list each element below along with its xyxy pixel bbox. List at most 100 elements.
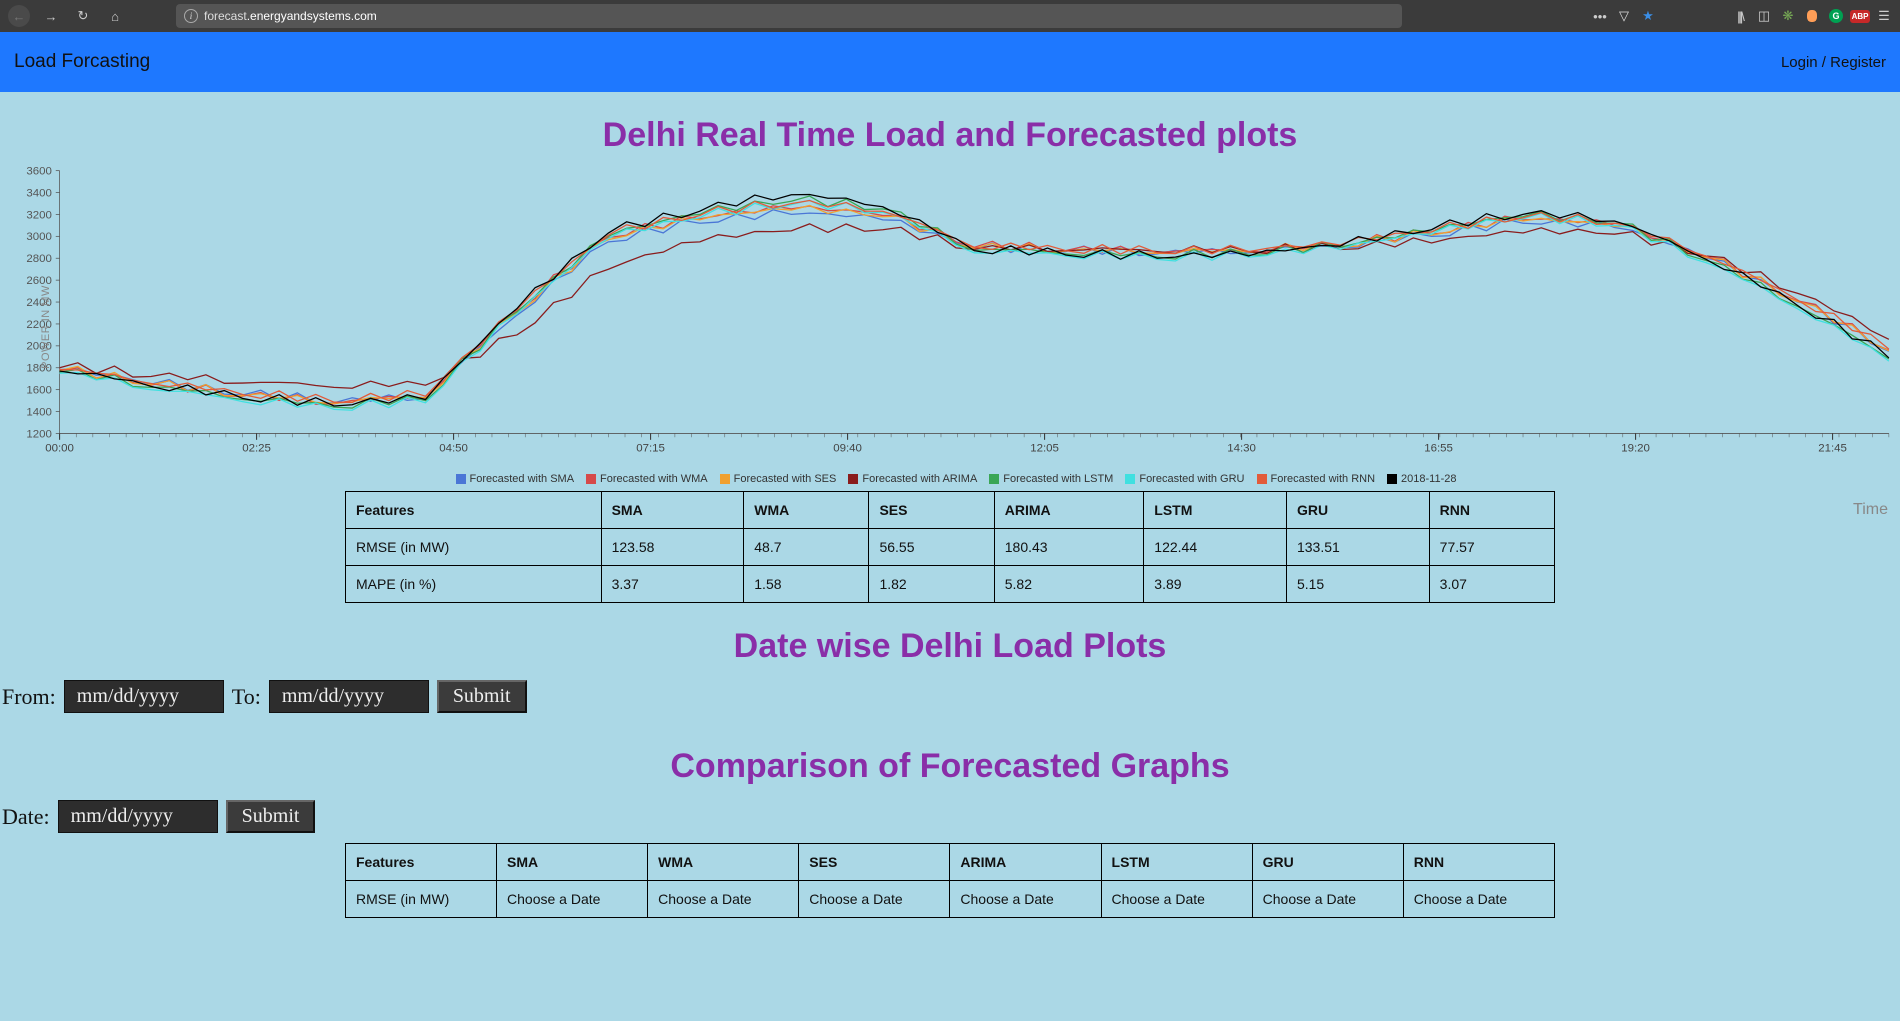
svg-text:1600: 1600 — [26, 384, 52, 396]
table-header: RNN — [1429, 492, 1554, 529]
table-cell: Choose a Date — [497, 881, 648, 918]
table-header: SES — [869, 492, 994, 529]
date-range-form: From: mm/dd/yyyy To: mm/dd/yyyy Submit — [0, 674, 1900, 723]
comparison-heading: Comparison of Forecasted Graphs — [0, 747, 1900, 786]
legend-swatch — [456, 474, 466, 484]
line-chart[interactable]: 1200140016001800200022002400260028003000… — [6, 163, 1894, 469]
table-cell: 123.58 — [601, 529, 744, 566]
chart-container: POWER IN MW 1200140016001800200022002400… — [6, 163, 1894, 491]
legend-swatch — [848, 474, 858, 484]
library-icon[interactable]: |||\ — [1732, 8, 1748, 24]
svg-text:3200: 3200 — [26, 209, 52, 221]
legend-label: Forecasted with GRU — [1139, 473, 1244, 485]
table-header: Features — [346, 492, 602, 529]
submit-date-button[interactable]: Submit — [226, 800, 316, 833]
from-label: From: — [2, 684, 56, 710]
more-icon[interactable]: ••• — [1592, 8, 1608, 24]
y-axis-label: POWER IN MW — [40, 285, 52, 369]
metrics-table: FeaturesSMAWMASESARIMALSTMGRURNNRMSE (in… — [345, 491, 1555, 603]
table-row: RMSE (in MW)Choose a DateChoose a DateCh… — [346, 881, 1555, 918]
svg-text:1200: 1200 — [26, 428, 52, 440]
app-header: Load Forcasting Login / Register — [0, 32, 1900, 92]
chart-legend: Forecasted with SMAForecasted with WMAFo… — [6, 469, 1894, 491]
table-cell: Choose a Date — [1101, 881, 1252, 918]
svg-text:07:15: 07:15 — [636, 442, 665, 454]
table-header: LSTM — [1101, 844, 1252, 881]
table-header: SMA — [601, 492, 744, 529]
info-icon[interactable]: i — [184, 9, 198, 23]
legend-swatch — [1125, 474, 1135, 484]
svg-text:12:05: 12:05 — [1030, 442, 1059, 454]
ext-icon[interactable]: ❋ — [1780, 8, 1796, 24]
datewise-heading: Date wise Delhi Load Plots — [0, 627, 1900, 666]
table-cell: RMSE (in MW) — [346, 881, 497, 918]
pocket-icon[interactable]: ▽ — [1616, 8, 1632, 24]
series-line — [60, 206, 1889, 404]
legend-swatch — [1387, 474, 1397, 484]
series-line — [60, 210, 1889, 404]
url-text: forecast.energyandsystems.com — [204, 9, 377, 23]
x-axis-label: Time — [1853, 501, 1888, 519]
ext2-icon[interactable] — [1804, 8, 1820, 24]
table-cell: 3.37 — [601, 566, 744, 603]
series-line — [60, 201, 1889, 403]
login-register-link[interactable]: Login / Register — [1781, 54, 1886, 71]
table-cell: 5.82 — [994, 566, 1144, 603]
legend-label: Forecasted with WMA — [600, 473, 708, 485]
table-header: ARIMA — [994, 492, 1144, 529]
table-row: RMSE (in MW)123.5848.756.55180.43122.441… — [346, 529, 1555, 566]
to-label: To: — [232, 684, 261, 710]
date-label: Date: — [2, 804, 50, 830]
legend-label: Forecasted with RNN — [1271, 473, 1376, 485]
from-date-input[interactable]: mm/dd/yyyy — [64, 680, 224, 713]
table-header: Features — [346, 844, 497, 881]
legend-swatch — [586, 474, 596, 484]
table-cell: 1.82 — [869, 566, 994, 603]
svg-text:16:55: 16:55 — [1424, 442, 1453, 454]
single-date-input[interactable]: mm/dd/yyyy — [58, 800, 218, 833]
browser-chrome: ← → ↻ ⌂ i forecast.energyandsystems.com … — [0, 0, 1900, 32]
menu-icon[interactable]: ☰ — [1876, 8, 1892, 24]
sidebar-icon[interactable]: ◫ — [1756, 8, 1772, 24]
bookmark-star-icon[interactable]: ★ — [1640, 8, 1656, 24]
chrome-right: ••• ▽ ★ |||\ ◫ ❋ G ABP ☰ — [1592, 8, 1892, 24]
svg-text:14:30: 14:30 — [1227, 442, 1256, 454]
table-cell: Choose a Date — [1403, 881, 1554, 918]
reload-icon[interactable]: ↻ — [72, 5, 94, 27]
to-date-input[interactable]: mm/dd/yyyy — [269, 680, 429, 713]
legend-label: Forecasted with ARIMA — [862, 473, 977, 485]
table-header: LSTM — [1144, 492, 1287, 529]
svg-text:3000: 3000 — [26, 231, 52, 243]
table-header: GRU — [1286, 492, 1429, 529]
legend-swatch — [720, 474, 730, 484]
svg-text:3400: 3400 — [26, 187, 52, 199]
table-cell: Choose a Date — [1252, 881, 1403, 918]
svg-text:02:25: 02:25 — [242, 442, 271, 454]
svg-text:1400: 1400 — [26, 406, 52, 418]
table-cell: Choose a Date — [648, 881, 799, 918]
back-icon[interactable]: ← — [8, 5, 30, 27]
app-title: Load Forcasting — [14, 51, 150, 73]
home-icon[interactable]: ⌂ — [104, 5, 126, 27]
table-header: SMA — [497, 844, 648, 881]
table-cell: 122.44 — [1144, 529, 1287, 566]
table-header: SES — [799, 844, 950, 881]
svg-text:19:20: 19:20 — [1621, 442, 1650, 454]
forward-icon[interactable]: → — [40, 5, 62, 27]
address-bar[interactable]: i forecast.energyandsystems.com — [176, 4, 1402, 28]
abp-icon[interactable]: ABP — [1852, 8, 1868, 24]
grammarly-icon[interactable]: G — [1828, 8, 1844, 24]
legend-label: Forecasted with SES — [734, 473, 837, 485]
legend-label: Forecasted with LSTM — [1003, 473, 1113, 485]
svg-text:04:50: 04:50 — [439, 442, 468, 454]
table-cell: 77.57 — [1429, 529, 1554, 566]
comparison-table: FeaturesSMAWMASESARIMALSTMGRURNNRMSE (in… — [345, 843, 1555, 918]
table-header: WMA — [648, 844, 799, 881]
table-header: WMA — [744, 492, 869, 529]
series-line — [60, 200, 1889, 410]
table-header: GRU — [1252, 844, 1403, 881]
submit-range-button[interactable]: Submit — [437, 680, 527, 713]
svg-text:09:40: 09:40 — [833, 442, 862, 454]
svg-text:00:00: 00:00 — [45, 442, 74, 454]
table-cell: MAPE (in %) — [346, 566, 602, 603]
